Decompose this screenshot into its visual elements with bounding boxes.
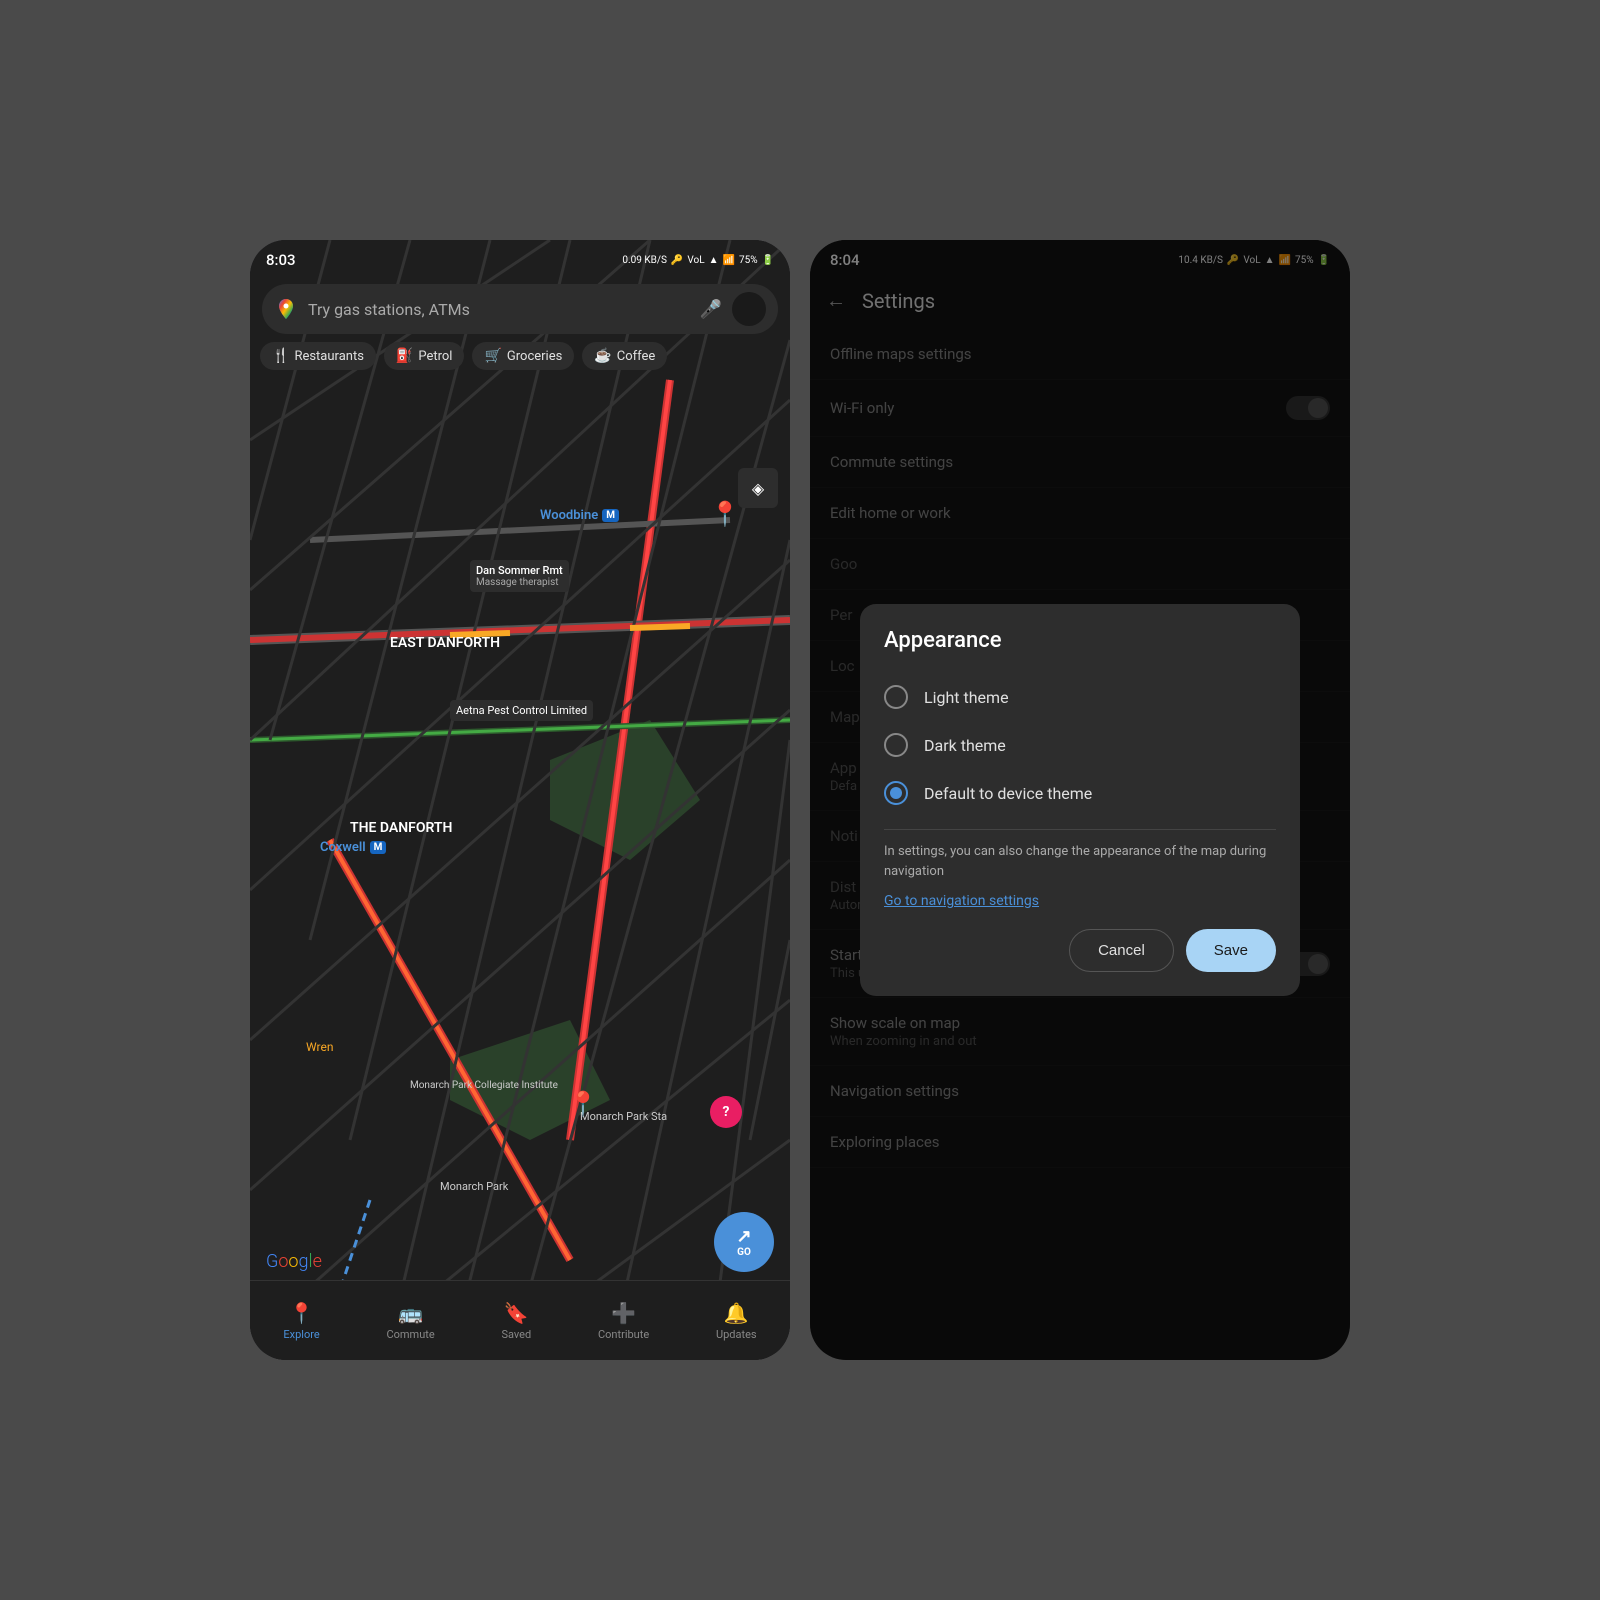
option-device[interactable]: Default to device theme — [884, 769, 1276, 817]
layer-button[interactable]: ◈ — [738, 468, 778, 508]
monarch-park-label: Monarch Park — [440, 1180, 508, 1193]
monarch-green-pin[interactable]: 📍 — [568, 1090, 598, 1118]
go-arrow-icon: ↗ — [736, 1226, 751, 1247]
groceries-label: Groceries — [507, 349, 562, 364]
light-theme-label: Light theme — [924, 688, 1009, 707]
aetna-pin[interactable]: Aetna Pest Control Limited — [450, 700, 593, 721]
go-button[interactable]: ↗ GO — [714, 1212, 774, 1272]
wren-label: Wren — [306, 1040, 333, 1054]
dark-theme-label: Dark theme — [924, 736, 1006, 755]
restaurants-label: Restaurants — [294, 349, 363, 364]
search-bar[interactable]: Try gas stations, ATMs 🎤 — [262, 284, 778, 334]
restaurants-icon: 🍴 — [272, 348, 289, 364]
commute-icon: 🚌 — [398, 1301, 423, 1325]
question-pin[interactable]: ? — [710, 1096, 742, 1128]
search-placeholder: Try gas stations, ATMs — [308, 300, 690, 319]
save-button[interactable]: Save — [1186, 929, 1276, 972]
pill-petrol[interactable]: ⛽ Petrol — [384, 342, 465, 370]
status-icons-left: 0.09 KB/S 🔑 VoL ▲ 📶 75% 🔋 — [622, 255, 774, 266]
contribute-label: Contribute — [598, 1328, 649, 1341]
commute-label: Commute — [386, 1328, 434, 1341]
explore-label: Explore — [283, 1328, 319, 1341]
petrol-icon: ⛽ — [396, 348, 413, 364]
settings-panel: 8:04 10.4 KB/S 🔑 VoL ▲ 📶 75% 🔋 ← Setting… — [810, 240, 1350, 1360]
go-label: GO — [737, 1247, 751, 1258]
dialog-note: In settings, you can also change the app… — [884, 842, 1276, 881]
nav-commute[interactable]: 🚌 Commute — [386, 1301, 434, 1341]
woodbine-station[interactable]: Woodbine M — [540, 508, 619, 523]
pill-coffee[interactable]: ☕ Coffee — [582, 342, 667, 370]
coffee-label: Coffee — [617, 349, 656, 364]
explore-icon: 📍 — [289, 1301, 314, 1325]
status-bar-left: 8:03 0.09 KB/S 🔑 VoL ▲ 📶 75% 🔋 — [250, 240, 790, 280]
option-light[interactable]: Light theme — [884, 673, 1276, 721]
maps-panel: EAST DANFORTH THE DANFORTH Woodbine M Co… — [250, 240, 790, 1360]
coffee-icon: ☕ — [594, 348, 611, 364]
value-pin[interactable]: 📍 — [710, 500, 740, 528]
monarch-collegiate-label: Monarch Park Collegiate Institute — [410, 1080, 558, 1091]
radio-dark[interactable] — [884, 733, 908, 757]
option-dark[interactable]: Dark theme — [884, 721, 1276, 769]
nav-saved[interactable]: 🔖 Saved — [501, 1301, 531, 1341]
google-maps-logo — [274, 297, 298, 321]
petrol-label: Petrol — [418, 349, 452, 364]
groceries-icon: 🛒 — [484, 348, 501, 364]
bottom-nav: 📍 Explore 🚌 Commute 🔖 Saved ➕ Contribute… — [250, 1280, 790, 1360]
nav-explore[interactable]: 📍 Explore — [283, 1301, 319, 1341]
cancel-button[interactable]: Cancel — [1069, 929, 1174, 972]
category-pills-row: 🍴 Restaurants ⛽ Petrol 🛒 Groceries ☕ Cof… — [260, 342, 780, 370]
google-logo: Google — [266, 1251, 322, 1272]
metro-badge: M — [602, 509, 619, 522]
user-avatar[interactable] — [732, 292, 766, 326]
nav-updates[interactable]: 🔔 Updates — [716, 1301, 757, 1341]
contribute-icon: ➕ — [611, 1301, 636, 1325]
dialog-buttons: Cancel Save — [884, 929, 1276, 972]
time-left: 8:03 — [266, 251, 296, 269]
updates-label: Updates — [716, 1328, 757, 1341]
pill-restaurants[interactable]: 🍴 Restaurants — [260, 342, 376, 370]
radio-device[interactable] — [884, 781, 908, 805]
updates-icon: 🔔 — [724, 1301, 749, 1325]
mic-icon[interactable]: 🎤 — [700, 299, 722, 320]
dialog-divider — [884, 829, 1276, 830]
map-background[interactable]: EAST DANFORTH THE DANFORTH Woodbine M Co… — [250, 240, 790, 1360]
dialog-overlay: Appearance Light theme Dark theme Defaul… — [810, 240, 1350, 1360]
navigation-settings-link[interactable]: Go to navigation settings — [884, 893, 1276, 909]
appearance-dialog: Appearance Light theme Dark theme Defaul… — [860, 604, 1300, 996]
device-theme-label: Default to device theme — [924, 784, 1092, 803]
east-danforth-label: EAST DANFORTH — [390, 635, 500, 651]
pill-groceries[interactable]: 🛒 Groceries — [472, 342, 574, 370]
the-danforth-label: THE DANFORTH — [350, 820, 452, 836]
nav-contribute[interactable]: ➕ Contribute — [598, 1301, 649, 1341]
coxwell-metro-badge: M — [370, 841, 387, 854]
dan-sommer-pin[interactable]: Dan Sommer Rmt Massage therapist — [470, 560, 569, 592]
saved-label: Saved — [501, 1328, 531, 1341]
radio-light[interactable] — [884, 685, 908, 709]
saved-icon: 🔖 — [504, 1301, 529, 1325]
dialog-title: Appearance — [884, 628, 1276, 653]
coxwell-station[interactable]: Coxwell M — [320, 840, 386, 855]
